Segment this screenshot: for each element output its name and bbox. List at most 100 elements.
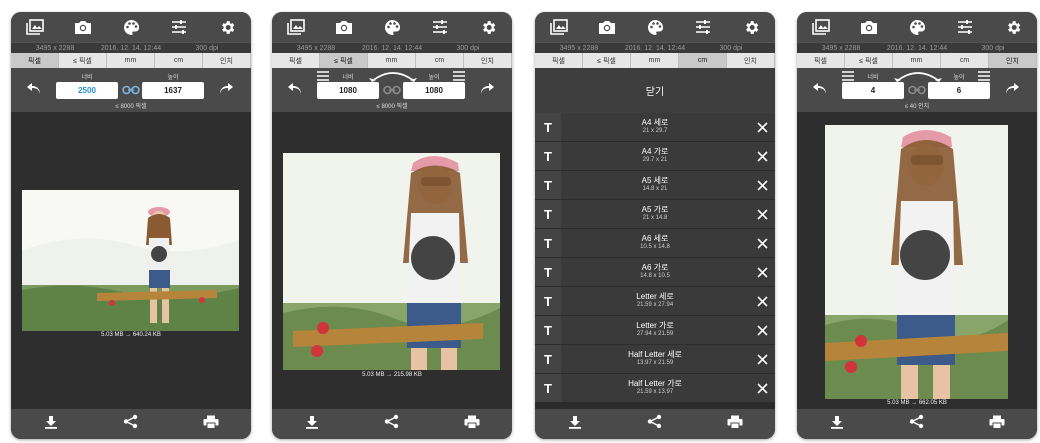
close-preset-button[interactable]: 닫기 [535,68,775,114]
gallery-icon[interactable] [285,16,307,38]
text-format-icon[interactable]: T [535,316,561,344]
redo-icon[interactable] [1003,80,1021,98]
unit-tab[interactable]: 인치 [727,53,775,68]
redo-icon[interactable] [217,80,235,98]
share-icon[interactable] [647,414,662,434]
width-input[interactable]: 4 [842,82,904,99]
print-icon[interactable] [203,415,219,434]
unit-tab[interactable]: cm [155,53,203,68]
width-input[interactable]: 1080 [317,82,379,99]
preset-list: T A4 세로 21 x 29.7 T A4 가로 29.7 x 21 T A5 세로 14.8… [535,113,775,409]
preset-row[interactable]: T A6 세로 10.5 x 14.8 [535,229,775,258]
text-format-icon[interactable]: T [535,258,561,286]
close-icon[interactable] [749,382,775,394]
preset-row[interactable]: T A5 가로 21 x 14.8 [535,200,775,229]
height-input[interactable]: 1637 [142,82,204,99]
resolution-text: 3495 x 2288 [35,44,75,52]
undo-icon[interactable] [25,80,43,98]
share-icon[interactable] [909,414,924,434]
undo-icon[interactable] [286,80,304,98]
download-icon[interactable] [568,415,582,434]
palette-icon[interactable] [644,16,666,38]
preset-row[interactable]: T Half Letter 가로 21.59 x 13.97 [535,374,775,403]
undo-icon[interactable] [811,80,829,98]
preset-row[interactable]: T Letter 가로 27.94 x 21.59 [535,316,775,345]
preset-row[interactable]: T A5 세로 14.8 x 21 [535,171,775,200]
unit-tab[interactable]: ≤ 픽셀 [845,53,893,68]
download-icon[interactable] [830,415,844,434]
gear-icon[interactable] [740,16,762,38]
width-input[interactable]: 2500 [56,82,118,99]
close-icon[interactable] [749,295,775,307]
unit-tab[interactable]: 픽셀 [11,53,59,68]
unit-tab[interactable]: ≤ 픽셀 [583,53,631,68]
print-icon[interactable] [989,415,1005,434]
palette-icon[interactable] [906,16,928,38]
unit-tab[interactable]: cm [941,53,989,68]
camera-icon[interactable] [596,16,618,38]
aspect-link-icon[interactable] [121,81,141,99]
aspect-link-icon[interactable] [907,81,927,99]
text-format-icon[interactable]: T [535,142,561,170]
palette-icon[interactable] [381,16,403,38]
unit-tab[interactable]: ≤ 픽셀 [320,53,368,68]
text-format-icon[interactable]: T [535,229,561,257]
close-icon[interactable] [749,324,775,336]
text-format-icon[interactable]: T [535,287,561,315]
camera-icon[interactable] [333,16,355,38]
unit-tab[interactable]: cm [679,53,727,68]
gear-icon[interactable] [216,16,238,38]
text-format-icon[interactable]: T [535,374,561,402]
unit-tab[interactable]: mm [368,53,416,68]
gallery-icon[interactable] [810,16,832,38]
download-icon[interactable] [305,415,319,434]
camera-icon[interactable] [858,16,880,38]
unit-tab[interactable]: mm [893,53,941,68]
camera-icon[interactable] [72,16,94,38]
preset-row[interactable]: T Letter 세로 21.59 x 27.94 [535,287,775,316]
close-icon[interactable] [749,266,775,278]
text-format-icon[interactable]: T [535,171,561,199]
gear-icon[interactable] [1002,16,1024,38]
unit-tab[interactable]: ≤ 픽셀 [59,53,107,68]
unit-tab[interactable]: 인치 [203,53,251,68]
preset-row[interactable]: T Half Letter 세로 13.97 x 21.59 [535,345,775,374]
preset-row[interactable]: T A6 가로 14.8 x 10.5 [535,258,775,287]
height-input[interactable]: 1080 [403,82,465,99]
text-format-icon[interactable]: T [535,200,561,228]
unit-tab[interactable]: cm [416,53,464,68]
close-icon[interactable] [749,150,775,162]
sliders-icon[interactable] [692,16,714,38]
height-input[interactable]: 6 [928,82,990,99]
gallery-icon[interactable] [24,16,46,38]
palette-icon[interactable] [120,16,142,38]
sliders-icon[interactable] [168,16,190,38]
preset-row[interactable]: T A4 가로 29.7 x 21 [535,142,775,171]
close-icon[interactable] [749,237,775,249]
gear-icon[interactable] [477,16,499,38]
close-icon[interactable] [749,208,775,220]
unit-tab[interactable]: 인치 [989,53,1037,68]
unit-tab[interactable]: 픽셀 [535,53,583,68]
unit-tab[interactable]: 인치 [464,53,512,68]
aspect-link-icon[interactable] [382,81,402,99]
close-icon[interactable] [749,353,775,365]
unit-tab[interactable]: 픽셀 [272,53,320,68]
unit-tab[interactable]: mm [107,53,155,68]
share-icon[interactable] [123,414,138,434]
text-format-icon[interactable]: T [535,345,561,373]
text-format-icon[interactable]: T [535,113,561,141]
download-icon[interactable] [44,415,58,434]
close-icon[interactable] [749,121,775,133]
share-icon[interactable] [384,414,399,434]
redo-icon[interactable] [478,80,496,98]
print-icon[interactable] [727,415,743,434]
close-icon[interactable] [749,179,775,191]
print-icon[interactable] [464,415,480,434]
preset-row[interactable]: T A4 세로 21 x 29.7 [535,113,775,142]
sliders-icon[interactable] [429,16,451,38]
unit-tab[interactable]: 픽셀 [797,53,845,68]
sliders-icon[interactable] [954,16,976,38]
unit-tab[interactable]: mm [631,53,679,68]
gallery-icon[interactable] [548,16,570,38]
